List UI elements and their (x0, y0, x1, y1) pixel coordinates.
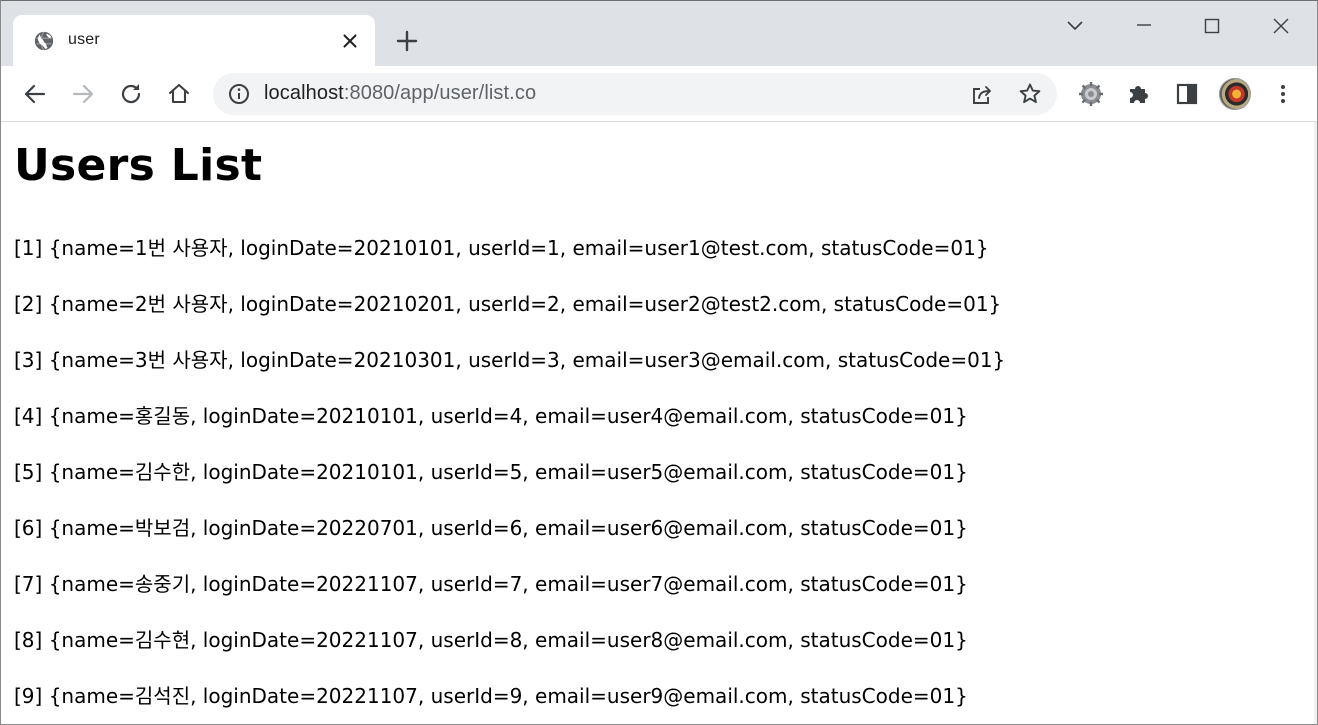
info-icon[interactable] (227, 82, 251, 106)
list-item: [3] {name=3번 사용자, loginDate=20210301, us… (14, 348, 1006, 372)
puzzle-icon[interactable] (1125, 80, 1153, 108)
address-bar[interactable]: localhost:8080/app/user/list.co (213, 73, 1057, 115)
back-arrow-icon[interactable] (21, 80, 49, 108)
url-host: localhost (264, 82, 344, 104)
minimize-icon[interactable] (1129, 11, 1159, 41)
window-close-icon[interactable] (1266, 11, 1296, 41)
toolbar: localhost:8080/app/user/list.co (1, 66, 1317, 122)
maximize-icon[interactable] (1197, 11, 1227, 41)
reload-icon[interactable] (117, 80, 145, 108)
plus-icon[interactable] (394, 28, 420, 54)
home-icon[interactable] (165, 80, 193, 108)
page-title: Users List (14, 140, 263, 191)
tab-title: user (68, 31, 100, 48)
close-icon[interactable] (339, 30, 361, 52)
star-icon[interactable] (1017, 81, 1043, 107)
side-panel-icon[interactable] (1173, 80, 1201, 108)
tab-strip: user (1, 1, 1317, 67)
list-item: [6] {name=박보검, loginDate=20220701, userI… (14, 516, 968, 540)
page-content: Users List [1] {name=1번 사용자, loginDate=2… (1, 122, 1317, 724)
browser-window: user localhost:8080/app/user/list.co Use… (0, 0, 1318, 725)
profile-avatar[interactable] (1219, 78, 1251, 110)
kebab-menu-icon[interactable] (1269, 80, 1297, 108)
user-list: [1] {name=1번 사용자, loginDate=20210101, us… (14, 230, 1006, 724)
list-item: [5] {name=김수한, loginDate=20210101, userI… (14, 460, 968, 484)
list-item: [1] {name=1번 사용자, loginDate=20210101, us… (14, 236, 989, 260)
list-item: [2] {name=2번 사용자, loginDate=20210201, us… (14, 292, 1002, 316)
forward-arrow-icon[interactable] (69, 80, 97, 108)
globe-icon (34, 31, 54, 51)
tab-user[interactable]: user (13, 15, 375, 67)
chevron-down-icon[interactable] (1060, 11, 1090, 41)
scrollbar[interactable] (1314, 122, 1317, 724)
url-text[interactable]: localhost:8080/app/user/list.co (264, 82, 536, 105)
list-item: [7] {name=송중기, loginDate=20221107, userI… (14, 572, 968, 596)
share-icon[interactable] (969, 82, 995, 108)
gear-icon[interactable] (1077, 80, 1105, 108)
list-item: [8] {name=김수현, loginDate=20221107, userI… (14, 628, 968, 652)
list-item: [4] {name=홍길동, loginDate=20210101, userI… (14, 404, 968, 428)
list-item: [9] {name=김석진, loginDate=20221107, userI… (14, 684, 968, 708)
url-path: :8080/app/user/list.co (343, 82, 537, 104)
